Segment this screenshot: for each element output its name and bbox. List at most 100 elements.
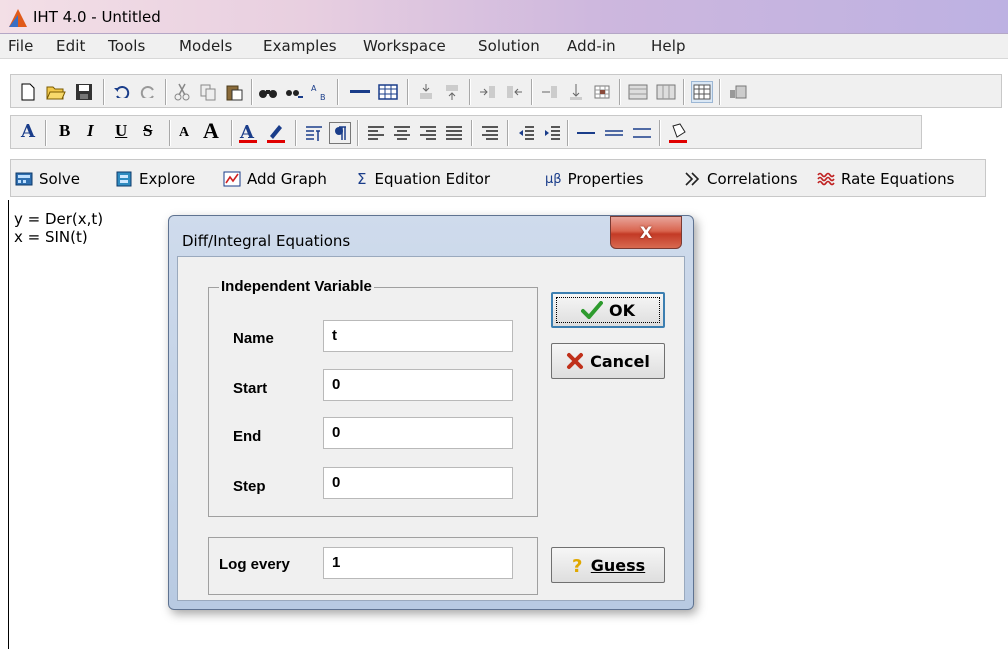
highlight-icon[interactable]: [265, 122, 287, 144]
chart-toolbar-icon[interactable]: [727, 81, 749, 103]
menu-examples[interactable]: Examples: [263, 37, 337, 55]
undo-icon[interactable]: [111, 81, 133, 103]
insert-cell-icon[interactable]: [565, 81, 587, 103]
properties-button[interactable]: μβ Properties: [545, 169, 643, 189]
double-spacing-icon[interactable]: [631, 122, 653, 144]
group-label: Independent Variable: [219, 278, 374, 295]
add-graph-label: Add Graph: [247, 170, 327, 188]
horizontal-line-icon[interactable]: [349, 81, 371, 103]
insert-column-icon[interactable]: [539, 81, 561, 103]
menu-add-in[interactable]: Add-in: [567, 37, 616, 55]
open-folder-icon[interactable]: [45, 81, 67, 103]
indent-first-line-icon[interactable]: [479, 122, 501, 144]
insert-column-right-icon[interactable]: [503, 81, 525, 103]
menu-file[interactable]: File: [8, 37, 34, 55]
start-label: Start: [233, 380, 268, 397]
cancel-button[interactable]: Cancel: [551, 343, 665, 379]
grid-view-icon[interactable]: [691, 81, 713, 103]
close-button[interactable]: X: [610, 216, 682, 249]
equation-editor-button[interactable]: Σ Equation Editor: [357, 169, 490, 189]
menu-workspace[interactable]: Workspace: [363, 37, 446, 55]
ok-button[interactable]: OK: [551, 292, 665, 328]
solve-label: Solve: [39, 170, 80, 188]
solve-button[interactable]: Solve: [15, 169, 80, 189]
rate-equations-button[interactable]: Rate Equations: [817, 169, 954, 189]
cancel-label: Cancel: [590, 351, 650, 371]
model-toolbar: Solve Explore Add Graph Σ Equation Edito…: [10, 159, 986, 197]
decrease-font-icon[interactable]: A: [179, 125, 189, 141]
svg-text:A: A: [239, 122, 255, 143]
guess-button[interactable]: ? Guess: [551, 547, 665, 583]
merge-cells-icon[interactable]: [627, 81, 649, 103]
menu-bar: File Edit Tools Models Examples Workspac…: [0, 34, 1008, 59]
increase-indent-icon[interactable]: [541, 122, 563, 144]
independent-variable-group: Independent Variable Name t Start 0 End …: [208, 278, 538, 517]
single-spacing-icon[interactable]: [575, 122, 597, 144]
cancel-x-icon: [567, 353, 584, 369]
title-bar: IHT 4.0 - Untitled: [0, 0, 1008, 34]
italic-icon[interactable]: I: [87, 121, 94, 141]
dialog-title: Diff/Integral Equations: [182, 232, 351, 250]
add-graph-button[interactable]: Add Graph: [223, 169, 327, 189]
table-icon[interactable]: [377, 81, 399, 103]
decrease-indent-icon[interactable]: [515, 122, 537, 144]
properties-label: Properties: [567, 170, 644, 188]
align-right-icon[interactable]: [417, 122, 439, 144]
equation-line: x = SIN(t): [14, 228, 88, 246]
window-title: IHT 4.0 - Untitled: [33, 8, 161, 26]
menu-help[interactable]: Help: [651, 37, 686, 55]
find-icon[interactable]: [257, 81, 279, 103]
insert-column-left-icon[interactable]: [477, 81, 499, 103]
align-left-icon[interactable]: [365, 122, 387, 144]
justify-icon[interactable]: [443, 122, 465, 144]
rate-equations-icon: [817, 172, 835, 186]
menu-solution[interactable]: Solution: [478, 37, 540, 55]
replace-icon[interactable]: AB: [309, 81, 331, 103]
equation-workspace[interactable]: y = Der(x,t) x = SIN(t): [14, 210, 103, 246]
menu-models[interactable]: Models: [179, 37, 232, 55]
delete-cell-icon[interactable]: [591, 81, 613, 103]
equation-line: y = Der(x,t): [14, 210, 104, 228]
insert-row-above-icon[interactable]: [415, 81, 437, 103]
close-icon: X: [639, 223, 653, 242]
question-icon: ?: [572, 556, 582, 574]
insert-row-below-icon[interactable]: [441, 81, 463, 103]
svg-text:B: B: [320, 93, 326, 101]
cut-icon[interactable]: [171, 81, 193, 103]
copy-icon[interactable]: [197, 81, 219, 103]
save-icon[interactable]: [73, 81, 95, 103]
menu-tools[interactable]: Tools: [108, 37, 145, 55]
svg-text:?: ?: [572, 556, 582, 574]
focus-rectangle: [556, 297, 660, 323]
guess-label: Guess: [590, 555, 646, 575]
explore-icon: [116, 171, 132, 187]
redo-icon[interactable]: [137, 81, 159, 103]
increase-font-icon[interactable]: A: [203, 118, 219, 144]
menu-edit[interactable]: Edit: [56, 37, 85, 55]
correlations-button[interactable]: Correlations: [683, 169, 798, 189]
start-input[interactable]: 0: [323, 369, 513, 401]
font-color-icon[interactable]: A: [237, 122, 259, 144]
align-center-icon[interactable]: [391, 122, 413, 144]
step-input[interactable]: 0: [323, 467, 513, 499]
one-half-spacing-icon[interactable]: [603, 122, 625, 144]
paragraph-format-icon[interactable]: [303, 122, 325, 144]
diff-integral-dialog: Diff/Integral Equations X Independent Va…: [168, 215, 694, 610]
strikethrough-icon[interactable]: S: [143, 121, 152, 141]
explore-button[interactable]: Explore: [115, 169, 195, 189]
underline-icon[interactable]: U: [115, 121, 127, 141]
bold-icon[interactable]: B: [59, 121, 70, 141]
new-file-icon[interactable]: [17, 81, 39, 103]
end-input[interactable]: 0: [323, 417, 513, 449]
background-color-icon[interactable]: [667, 122, 689, 144]
paste-icon[interactable]: [223, 81, 245, 103]
find-next-icon[interactable]: [283, 81, 305, 103]
font-icon[interactable]: A: [21, 121, 35, 142]
correlations-icon: [685, 172, 700, 186]
show-formatting-icon[interactable]: [329, 122, 351, 144]
workspace-left-border: [8, 200, 9, 649]
name-input[interactable]: t: [323, 320, 513, 352]
split-cells-icon[interactable]: [655, 81, 677, 103]
log-every-input[interactable]: 1: [323, 547, 513, 579]
standard-toolbar: AB: [10, 74, 1002, 108]
